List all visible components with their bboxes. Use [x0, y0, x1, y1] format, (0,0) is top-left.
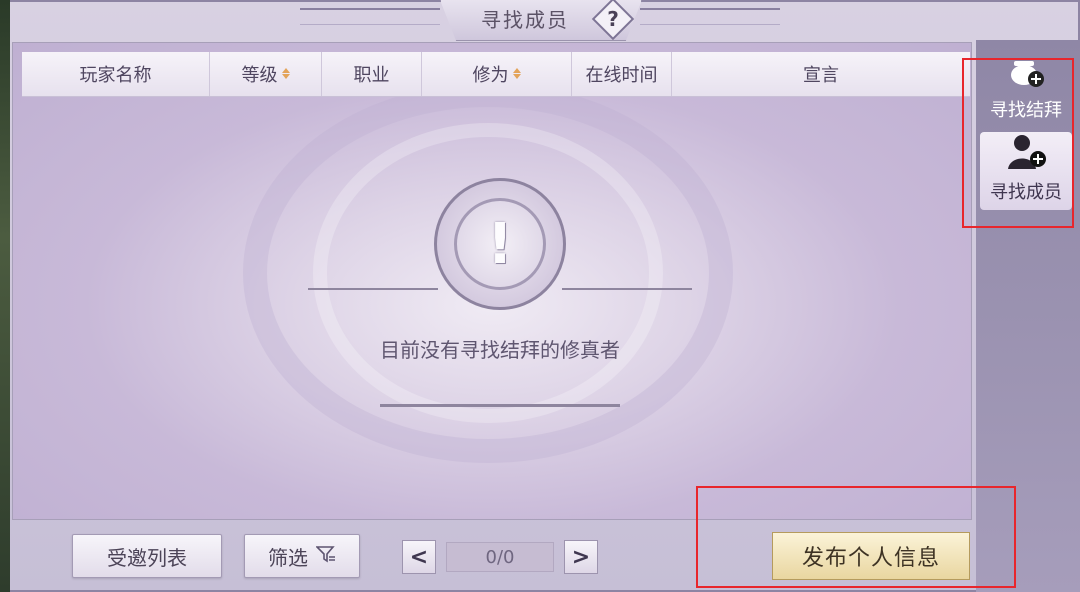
sort-icon[interactable] [281, 67, 290, 79]
column-class: 职业 [322, 52, 422, 96]
filter-button[interactable]: 筛选 [244, 534, 360, 578]
page-title: 寻找成员 [481, 8, 569, 32]
table-header: 玩家名称 等级 职业 修为 在线时间 宣言 [22, 52, 970, 97]
column-declaration: 宣言 [803, 65, 839, 86]
invite-list-button[interactable]: 受邀列表 [72, 534, 222, 578]
ornament-line-left [308, 288, 438, 290]
publish-highlight [696, 486, 1016, 588]
column-level[interactable]: 等级 [210, 52, 322, 96]
column-online-time: 在线时间 [572, 52, 672, 96]
column-cultivation[interactable]: 修为 [422, 52, 572, 96]
column-player-name: 玩家名称 [22, 52, 210, 96]
filter-icon [315, 545, 336, 567]
title-ornament-right [640, 8, 780, 25]
ornament-line-right [562, 288, 692, 290]
background-scenery [0, 0, 10, 592]
empty-state-message: 目前没有寻找结拜的修真者 [380, 338, 620, 362]
next-page-button[interactable]: > [564, 540, 598, 574]
page-indicator: 0/0 [446, 542, 554, 572]
ornament-divider [380, 404, 620, 407]
side-tabs-highlight [962, 58, 1074, 228]
exclamation-icon: ! [454, 198, 546, 290]
empty-state-badge: ! [434, 178, 566, 310]
title-ornament-left [300, 8, 440, 25]
previous-page-button[interactable]: < [402, 540, 436, 574]
sort-icon[interactable] [512, 67, 521, 79]
